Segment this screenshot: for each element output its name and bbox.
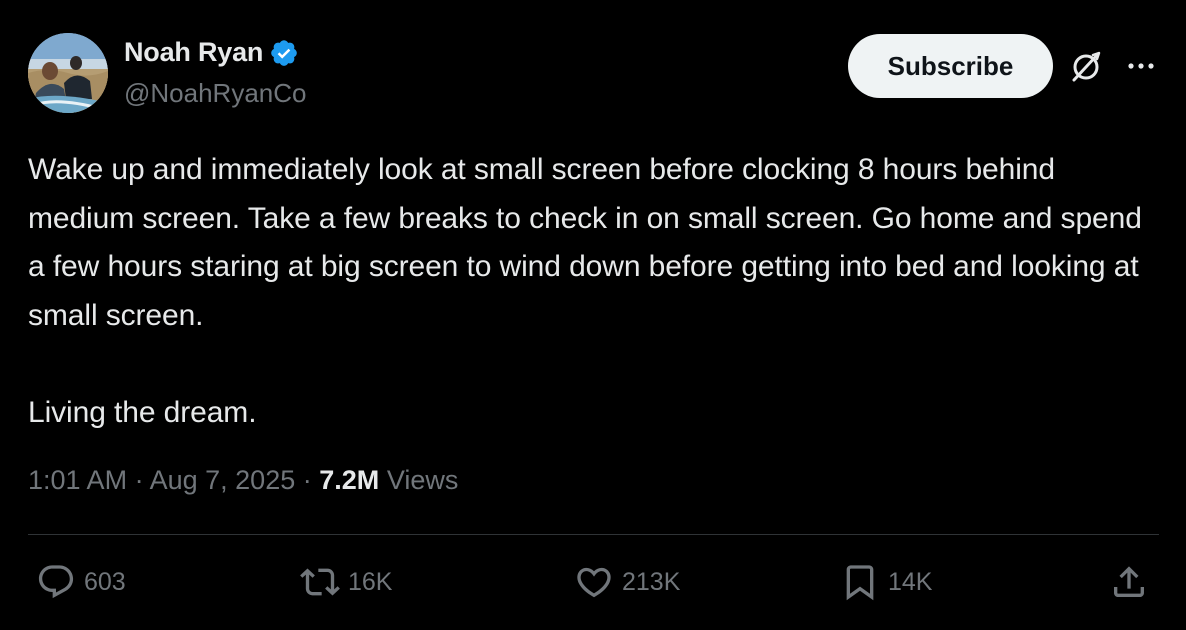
repost-icon <box>300 568 340 596</box>
reply-count: 603 <box>84 567 126 596</box>
grok-icon[interactable] <box>1068 49 1104 85</box>
like-count: 213K <box>622 567 681 596</box>
author-handle[interactable]: @NoahRyanCo <box>124 78 306 109</box>
tweet-paragraph: Living the dream. <box>28 395 257 429</box>
views-label[interactable]: Views <box>387 465 459 495</box>
avatar-photo <box>28 33 108 113</box>
bookmark-count: 14K <box>888 567 933 596</box>
subscribe-button[interactable]: Subscribe <box>848 34 1053 98</box>
more-icon[interactable] <box>1124 53 1158 79</box>
tweet-paragraph: Wake up and immediately look at small sc… <box>28 153 1142 332</box>
author-name-row[interactable]: Noah Ryan <box>124 37 299 68</box>
bookmark-icon <box>846 565 874 601</box>
repost-button[interactable]: 16K <box>300 562 392 602</box>
share-button[interactable] <box>1109 562 1149 602</box>
divider <box>28 534 1159 535</box>
repost-count: 16K <box>348 567 393 596</box>
tweet-text: Wake up and immediately look at small sc… <box>28 146 1148 437</box>
heart-icon <box>577 567 611 598</box>
reply-icon <box>38 565 74 599</box>
like-button[interactable]: 213K <box>574 562 680 602</box>
share-icon <box>1114 566 1144 597</box>
bookmark-button[interactable]: 14K <box>840 562 932 602</box>
reply-button[interactable]: 603 <box>36 562 126 602</box>
tweet-date[interactable]: Aug 7, 2025 <box>150 465 296 495</box>
meta-separator: · <box>134 465 144 495</box>
avatar[interactable] <box>28 33 108 113</box>
tweet-card: Noah Ryan @NoahRyanCo Subscribe Wake up … <box>0 0 1186 630</box>
tweet-meta: 1:01 AM · Aug 7, 2025 · 7.2M Views <box>28 465 458 496</box>
meta-separator: · <box>302 465 312 495</box>
author-display-name[interactable]: Noah Ryan <box>124 37 263 68</box>
tweet-time[interactable]: 1:01 AM <box>28 465 127 495</box>
views-count[interactable]: 7.2M <box>319 465 379 495</box>
verified-badge-icon[interactable] <box>269 38 299 68</box>
